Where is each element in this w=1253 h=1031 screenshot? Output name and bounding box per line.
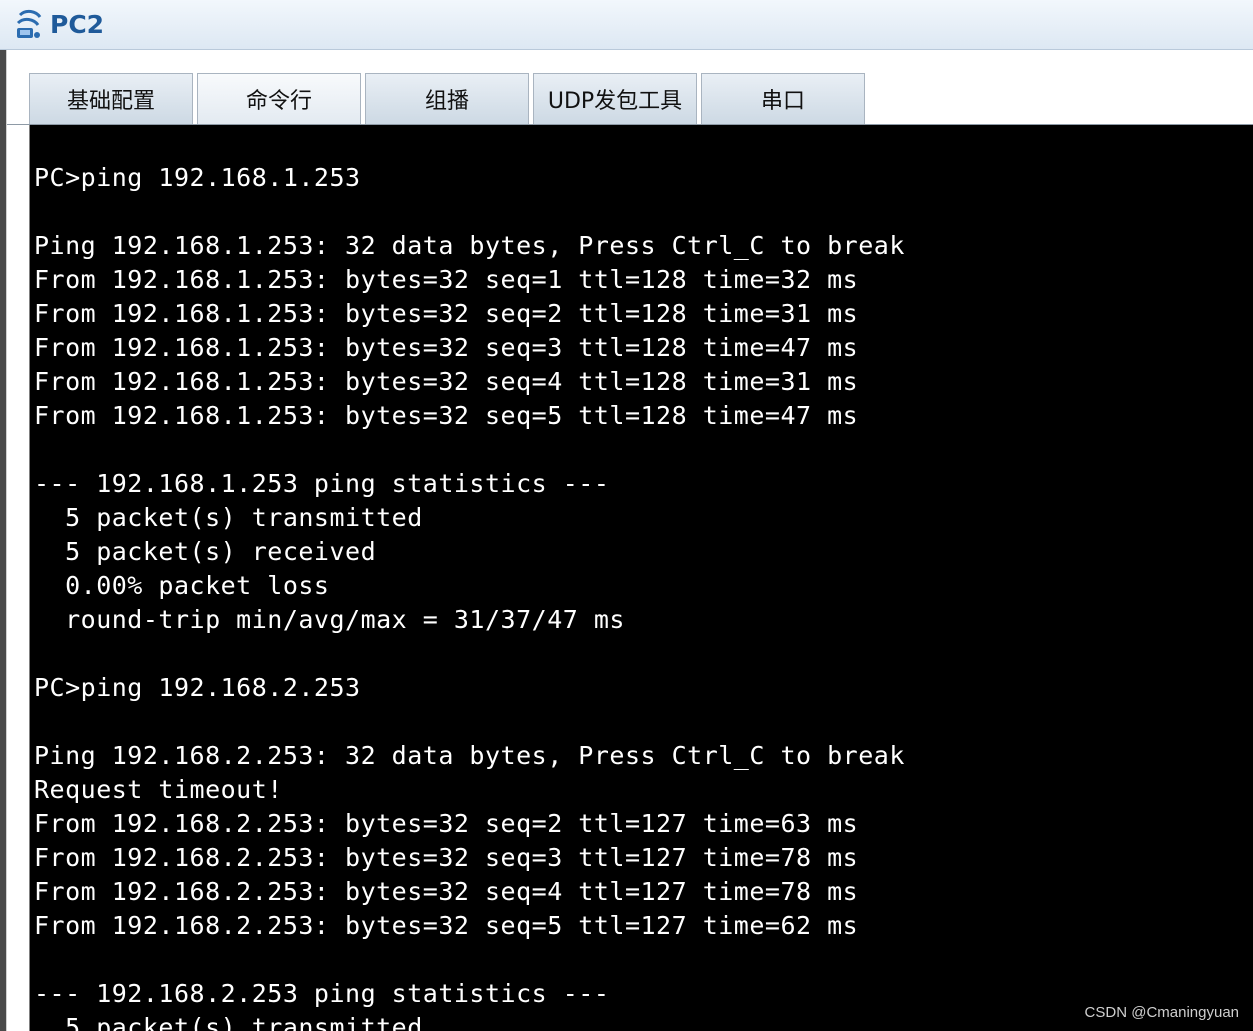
tab-serial-port[interactable]: 串口 bbox=[701, 73, 865, 124]
window-left-border-highlight bbox=[6, 50, 7, 1031]
terminal-line: From 192.168.1.253: bytes=32 seq=5 ttl=1… bbox=[34, 401, 859, 430]
tab-command-line[interactable]: 命令行 bbox=[197, 73, 361, 124]
window-title: PC2 bbox=[50, 10, 105, 39]
terminal-line: From 192.168.2.253: bytes=32 seq=4 ttl=1… bbox=[34, 877, 859, 906]
terminal-line: round-trip min/avg/max = 31/37/47 ms bbox=[34, 605, 625, 634]
terminal-line: From 192.168.2.253: bytes=32 seq=3 ttl=1… bbox=[34, 843, 859, 872]
command-line-terminal[interactable]: PC>ping 192.168.1.253 Ping 192.168.1.253… bbox=[29, 125, 1253, 1031]
terminal-line: --- 192.168.1.253 ping statistics --- bbox=[34, 469, 610, 498]
terminal-line: Ping 192.168.2.253: 32 data bytes, Press… bbox=[34, 741, 905, 770]
terminal-line: --- 192.168.2.253 ping statistics --- bbox=[34, 979, 610, 1008]
terminal-line: PC>ping 192.168.1.253 bbox=[34, 163, 361, 192]
terminal-line: 0.00% packet loss bbox=[34, 571, 330, 600]
tab-udp-tool[interactable]: UDP发包工具 bbox=[533, 73, 697, 124]
tab-basic-config[interactable]: 基础配置 bbox=[29, 73, 193, 124]
terminal-output: PC>ping 192.168.1.253 Ping 192.168.1.253… bbox=[30, 125, 1253, 1031]
terminal-line: Request timeout! bbox=[34, 775, 283, 804]
terminal-line: 5 packet(s) received bbox=[34, 537, 377, 566]
watermark: CSDN @Cmaningyuan bbox=[1084, 1004, 1239, 1021]
pc-network-icon bbox=[14, 9, 44, 41]
terminal-line: PC>ping 192.168.2.253 bbox=[34, 673, 361, 702]
terminal-line: From 192.168.1.253: bytes=32 seq=4 ttl=1… bbox=[34, 367, 859, 396]
terminal-line: Ping 192.168.1.253: 32 data bytes, Press… bbox=[34, 231, 905, 260]
terminal-line: From 192.168.1.253: bytes=32 seq=2 ttl=1… bbox=[34, 299, 859, 328]
terminal-line: From 192.168.1.253: bytes=32 seq=3 ttl=1… bbox=[34, 333, 859, 362]
terminal-line: From 192.168.2.253: bytes=32 seq=2 ttl=1… bbox=[34, 809, 859, 838]
terminal-line: 5 packet(s) transmitted bbox=[34, 503, 423, 532]
title-bar: PC2 bbox=[0, 0, 1253, 50]
tab-bar: 基础配置 命令行 组播 UDP发包工具 串口 bbox=[7, 50, 1253, 125]
tab-multicast[interactable]: 组播 bbox=[365, 73, 529, 124]
terminal-line: From 192.168.1.253: bytes=32 seq=1 ttl=1… bbox=[34, 265, 859, 294]
terminal-line: From 192.168.2.253: bytes=32 seq=5 ttl=1… bbox=[34, 911, 859, 940]
terminal-line: 5 packet(s) transmitted bbox=[34, 1013, 423, 1031]
